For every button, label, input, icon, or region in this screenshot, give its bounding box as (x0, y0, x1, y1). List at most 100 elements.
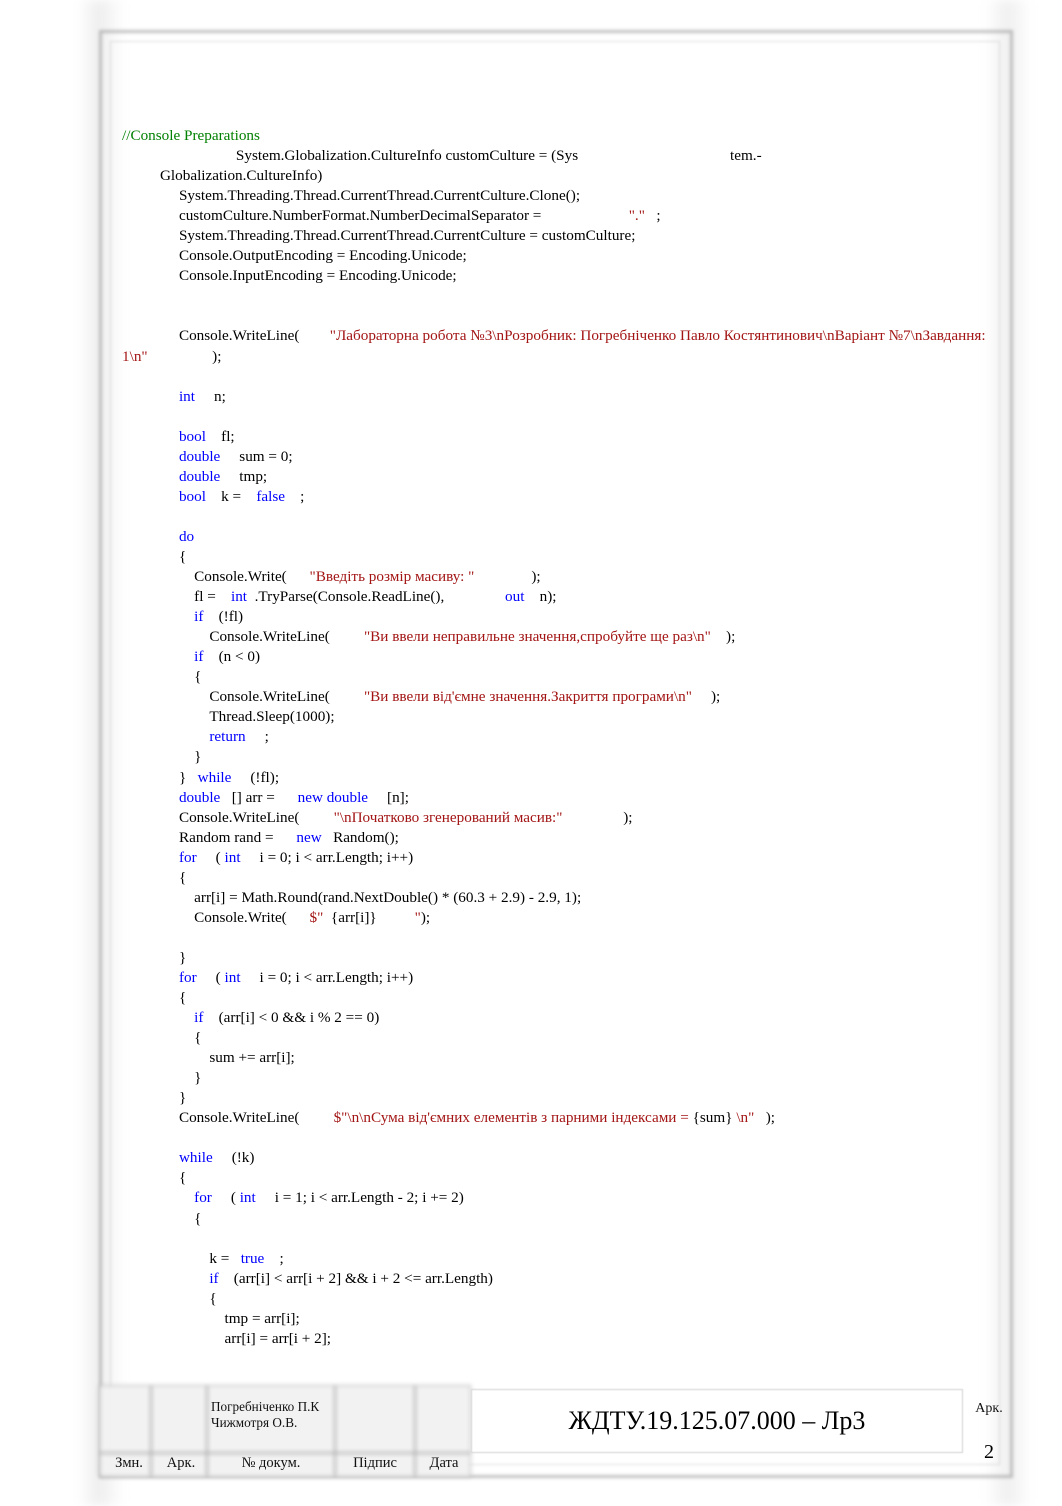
code-token-kw: for (122, 968, 197, 986)
code-token-pln: Console.Write( (122, 568, 287, 586)
code-token-kw: if (122, 1269, 219, 1287)
code-token-cmt: //Console Preparations (122, 127, 260, 144)
code-token-pln: { (122, 1169, 187, 1187)
code-line: System.Threading.Thread.CurrentThread.Cu… (0, 186, 1062, 206)
code-token-kw: if (122, 608, 204, 626)
code-line: Console.WriteLine( "Ви ввели від'ємне зн… (0, 687, 1062, 707)
code-line: Globalization.CultureInfo) (0, 166, 1062, 186)
tb-cell-sheet (151, 1385, 207, 1453)
code-line: Console.WriteLine( "\nПочатково згенеров… (0, 808, 1062, 828)
code-token-pln: ); (474, 568, 541, 586)
code-token-pln: fl; (205, 427, 235, 445)
code-token-pln: System.Threading.Thread.CurrentThread.Cu… (122, 187, 581, 205)
code-token-pln: Random(); (321, 828, 399, 846)
code-line: int n; (0, 387, 1062, 407)
code-line: customCulture.NumberFormat.NumberDecimal… (0, 206, 1062, 226)
code-line: } (0, 948, 1062, 968)
code-token-pln: {sum} (692, 1109, 737, 1127)
code-token-pln: (arr[i] < arr[i + 2] && i + 2 <= arr.Len… (218, 1269, 493, 1287)
code-token-pln: Globalization.CultureInfo) (122, 167, 323, 185)
code-line: Console.InputEncoding = Encoding.Unicode… (0, 266, 1062, 286)
tb-header-signature: Підпис (353, 1455, 397, 1471)
tb-cell-signature (335, 1385, 415, 1453)
code-token-pln: k = (122, 1249, 234, 1267)
title-block-page-number: 2 (984, 1441, 994, 1463)
code-line: { (0, 1168, 1062, 1188)
code-token-kw: new double (278, 788, 369, 806)
code-line: double tmp; (0, 467, 1062, 487)
code-token-pln: .TryParse(Console.ReadLine(), (247, 588, 506, 606)
code-token-pln: Console.WriteLine( (122, 1109, 300, 1127)
code-line: bool fl; (0, 427, 1062, 447)
code-token-kw: while (190, 768, 232, 786)
code-line: Console.WriteLine( "Ви ввели неправильне… (0, 627, 1062, 647)
code-token-pln: (arr[i] < 0 && i % 2 == 0) (203, 1009, 380, 1027)
code-token-pln: } (122, 1089, 187, 1107)
code-line: System.Globalization.CultureInfo customC… (0, 146, 1062, 166)
code-line: k = true ; (0, 1249, 1062, 1269)
title-block: Погребніченко П.К Чижмотря О.В. Змн. Арк… (99, 1385, 1007, 1477)
code-token-pln: ); (147, 347, 222, 365)
code-token-pln: System.Threading.Thread.CurrentThread.Cu… (122, 227, 636, 245)
code-token-kw: false (244, 487, 285, 505)
code-token-pln: n; (195, 387, 226, 405)
document-page: //Console Preparations System.Globalizat… (0, 0, 1062, 1506)
code-token-pln: Console.Write( (122, 908, 287, 926)
code-token-pln: tmp = arr[i]; (122, 1309, 300, 1327)
code-token-pln: arr[i] = arr[i + 2]; (122, 1329, 332, 1347)
code-token-pln: Console.WriteLine( (122, 628, 330, 646)
code-line: { (0, 988, 1062, 1008)
code-line: if (arr[i] < arr[i + 2] && i + 2 <= arr.… (0, 1269, 1062, 1289)
title-block-sheet-label: Арк. (975, 1401, 1003, 1416)
code-line: Console.Write( $" {arr[i]} "); (0, 908, 1062, 928)
code-token-pln: Console.WriteLine( (122, 808, 300, 826)
code-token-pln: ); (710, 628, 736, 646)
code-line: tmp = arr[i]; (0, 1309, 1062, 1329)
code-token-pln: { (122, 547, 187, 565)
tb-cell-change (99, 1385, 151, 1453)
code-token-kw: for (122, 1189, 212, 1207)
code-token-str: "\nПочатково згенерований масив:" (299, 808, 563, 826)
code-token-pln: n); (524, 588, 557, 606)
code-token-pln: {arr[i]} (323, 908, 377, 926)
code-line: Thread.Sleep(1000); (0, 707, 1062, 727)
code-token-pln: ; (644, 207, 661, 225)
code-token-pln: tmp; (220, 467, 268, 485)
code-line: if (!fl) (0, 607, 1062, 627)
code-token-pln: sum = 0; (220, 447, 293, 465)
code-line: arr[i] = arr[i + 2]; (0, 1329, 1062, 1349)
code-token-pln: [n]; (368, 788, 409, 806)
code-token-kw: if (122, 648, 204, 666)
tb-header-docnumber: № докум. (241, 1455, 301, 1471)
code-token-pln: i = 0; i < arr.Length; i++) (240, 968, 414, 986)
code-token-pln: } (122, 748, 202, 766)
code-token-pln: (!fl) (203, 608, 244, 626)
code-token-pln: Console.OutputEncoding = Encoding.Unicod… (122, 247, 467, 265)
code-token-pln: } (122, 768, 191, 786)
code-line: Console.WriteLine( "Лабораторна робота №… (0, 326, 1062, 366)
code-token-pln: tem.- (578, 147, 762, 165)
code-token-pln: } (122, 948, 187, 966)
code-token-pln: { (122, 1029, 202, 1047)
code-token-kw: return (122, 728, 246, 746)
code-line: do (0, 527, 1062, 547)
code-token-pln: i = 0; i < arr.Length; i++) (240, 848, 414, 866)
code-line: if (n < 0) (0, 647, 1062, 667)
code-line: { (0, 667, 1062, 687)
code-token-kw: bool (122, 427, 206, 445)
code-token-pln: ); (420, 908, 431, 926)
code-line: { (0, 1028, 1062, 1048)
code-token-pln: k = (205, 487, 245, 505)
code-line: System.Threading.Thread.CurrentThread.Cu… (0, 226, 1062, 246)
code-token-pln: ( (196, 968, 225, 986)
code-token-pln: ); (562, 808, 633, 826)
code-line: fl = int .TryParse(Console.ReadLine(), o… (0, 587, 1062, 607)
code-line: { (0, 547, 1062, 567)
code-line: return ; (0, 727, 1062, 747)
code-line: for ( int i = 0; i < arr.Length; i++) (0, 848, 1062, 868)
code-line: { (0, 1289, 1062, 1309)
